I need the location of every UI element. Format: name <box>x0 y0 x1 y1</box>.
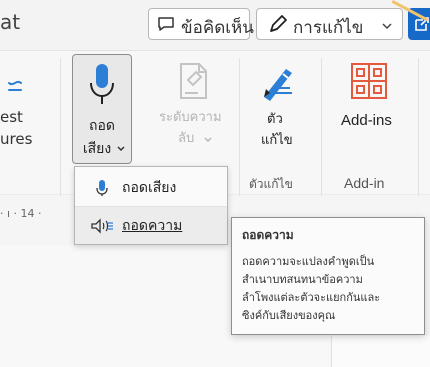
dictate-label-top: ถอด <box>89 118 115 134</box>
comment-icon <box>158 17 174 31</box>
tooltip-line-4: ซิงค์กับเสียงของคุณ <box>242 309 336 322</box>
sensitivity-chevron-down-icon <box>204 137 212 143</box>
tooltip-line-3: ลำโพงแต่ละตัวจะแยกกันและ <box>242 291 381 304</box>
addin-group-label: Add-in <box>344 175 385 191</box>
menu-item-dictate[interactable]: ถอดเสียง <box>75 169 227 207</box>
transcribe-icon <box>91 218 113 234</box>
partial-ribbon-label-bottom: ures <box>0 130 33 148</box>
comments-button[interactable]: ข้อคิดเห็น <box>148 8 254 40</box>
editing-button[interactable]: การแก้ไข <box>256 8 403 40</box>
ribbon-separator-4 <box>418 58 419 196</box>
partial-title-text: at <box>0 10 21 34</box>
tooltip-line-1: ถอดความจะแปลงคำพูดเป็น <box>242 255 375 268</box>
microphone-icon <box>90 64 114 104</box>
partial-ribbon-icon <box>8 80 22 91</box>
microphone-icon <box>96 180 108 196</box>
dictate-label-bottom: เสียง <box>82 141 112 157</box>
ruler-text: · ı · 14 · <box>0 207 42 220</box>
ribbon-separator-1 <box>60 58 61 196</box>
menu-item-transcribe[interactable]: ถอดความ <box>75 206 227 244</box>
addins-button[interactable]: Add-ins <box>331 56 409 156</box>
tooltip-line-2: สำเนาบทสนทนาข้อความ <box>242 273 363 286</box>
top-toolbar: at ข้อคิดเห็น การแก้ไข <box>0 0 430 51</box>
tooltip-title: ถอดความ <box>242 228 294 242</box>
editor-label-top: ตัว <box>267 112 283 127</box>
editor-label-bottom: แก้ไข <box>261 133 293 148</box>
right-page-preview <box>331 336 430 367</box>
transcribe-tooltip: ถอดความ ถอดความจะแปลงคำพูดเป็น สำเนาบทสน… <box>231 217 425 335</box>
dictate-button[interactable]: ถอด เสียง <box>72 54 132 164</box>
partial-ribbon-label-top: est <box>0 108 23 126</box>
ribbon-separator-3 <box>321 58 322 196</box>
addins-grid-icon <box>351 63 387 99</box>
ribbon-separator-2 <box>239 58 240 196</box>
menu-item-dictate-label: ถอดเสียง <box>122 180 177 196</box>
editor-group-label: ตัวแก้ไข <box>249 177 293 191</box>
sensitivity-label-bottom: ลับ <box>178 131 195 146</box>
sensitivity-label-top: ระดับความ <box>159 110 222 125</box>
editing-button-label: การแก้ไข <box>293 18 364 38</box>
comments-button-label: ข้อคิดเห็น <box>181 18 254 38</box>
dictate-chevron-down-icon <box>117 146 125 152</box>
dictate-dropdown-menu: ถอดเสียง ถอดความ <box>74 166 228 245</box>
pencil-icon <box>270 15 287 32</box>
sensitivity-icon <box>180 63 207 99</box>
editor-pen-icon <box>264 69 292 101</box>
addins-label: Add-ins <box>341 112 392 129</box>
menu-item-transcribe-label: ถอดความ <box>122 218 183 234</box>
editor-button[interactable]: ตัว แก้ไข <box>249 56 309 156</box>
sensitivity-button[interactable]: ระดับความ ลับ <box>148 57 238 157</box>
